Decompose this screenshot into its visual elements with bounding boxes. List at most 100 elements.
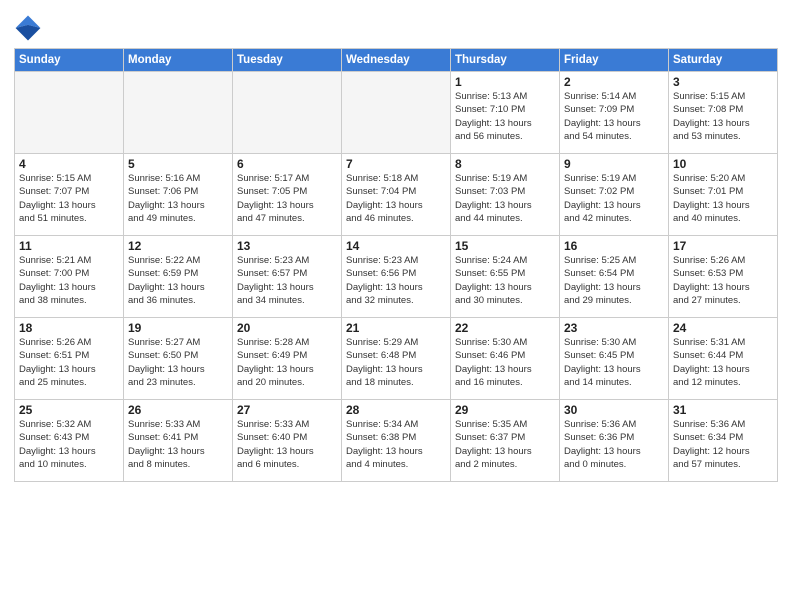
calendar-week-2: 4Sunrise: 5:15 AM Sunset: 7:07 PM Daylig… <box>15 154 778 236</box>
day-number: 27 <box>237 403 337 417</box>
day-number: 6 <box>237 157 337 171</box>
header-row <box>14 10 778 42</box>
day-info: Sunrise: 5:29 AM Sunset: 6:48 PM Dayligh… <box>346 336 446 389</box>
day-info: Sunrise: 5:27 AM Sunset: 6:50 PM Dayligh… <box>128 336 228 389</box>
calendar-cell: 27Sunrise: 5:33 AM Sunset: 6:40 PM Dayli… <box>233 400 342 482</box>
day-number: 21 <box>346 321 446 335</box>
day-number: 13 <box>237 239 337 253</box>
day-number: 22 <box>455 321 555 335</box>
calendar-cell: 17Sunrise: 5:26 AM Sunset: 6:53 PM Dayli… <box>669 236 778 318</box>
day-number: 29 <box>455 403 555 417</box>
logo-icon <box>14 14 42 42</box>
day-number: 2 <box>564 75 664 89</box>
weekday-header-wednesday: Wednesday <box>342 49 451 72</box>
day-info: Sunrise: 5:30 AM Sunset: 6:45 PM Dayligh… <box>564 336 664 389</box>
calendar-cell <box>233 72 342 154</box>
day-info: Sunrise: 5:16 AM Sunset: 7:06 PM Dayligh… <box>128 172 228 225</box>
day-info: Sunrise: 5:30 AM Sunset: 6:46 PM Dayligh… <box>455 336 555 389</box>
day-info: Sunrise: 5:14 AM Sunset: 7:09 PM Dayligh… <box>564 90 664 143</box>
day-number: 14 <box>346 239 446 253</box>
calendar-cell: 2Sunrise: 5:14 AM Sunset: 7:09 PM Daylig… <box>560 72 669 154</box>
day-info: Sunrise: 5:36 AM Sunset: 6:34 PM Dayligh… <box>673 418 773 471</box>
day-info: Sunrise: 5:18 AM Sunset: 7:04 PM Dayligh… <box>346 172 446 225</box>
day-info: Sunrise: 5:19 AM Sunset: 7:02 PM Dayligh… <box>564 172 664 225</box>
calendar-cell: 3Sunrise: 5:15 AM Sunset: 7:08 PM Daylig… <box>669 72 778 154</box>
calendar-table: SundayMondayTuesdayWednesdayThursdayFrid… <box>14 48 778 482</box>
calendar-cell: 11Sunrise: 5:21 AM Sunset: 7:00 PM Dayli… <box>15 236 124 318</box>
day-number: 5 <box>128 157 228 171</box>
calendar-week-1: 1Sunrise: 5:13 AM Sunset: 7:10 PM Daylig… <box>15 72 778 154</box>
calendar-cell: 6Sunrise: 5:17 AM Sunset: 7:05 PM Daylig… <box>233 154 342 236</box>
day-info: Sunrise: 5:33 AM Sunset: 6:40 PM Dayligh… <box>237 418 337 471</box>
calendar-cell: 28Sunrise: 5:34 AM Sunset: 6:38 PM Dayli… <box>342 400 451 482</box>
day-info: Sunrise: 5:28 AM Sunset: 6:49 PM Dayligh… <box>237 336 337 389</box>
day-info: Sunrise: 5:24 AM Sunset: 6:55 PM Dayligh… <box>455 254 555 307</box>
calendar-cell: 9Sunrise: 5:19 AM Sunset: 7:02 PM Daylig… <box>560 154 669 236</box>
day-info: Sunrise: 5:26 AM Sunset: 6:51 PM Dayligh… <box>19 336 119 389</box>
day-number: 11 <box>19 239 119 253</box>
day-info: Sunrise: 5:21 AM Sunset: 7:00 PM Dayligh… <box>19 254 119 307</box>
calendar-cell: 10Sunrise: 5:20 AM Sunset: 7:01 PM Dayli… <box>669 154 778 236</box>
weekday-header-monday: Monday <box>124 49 233 72</box>
calendar-week-4: 18Sunrise: 5:26 AM Sunset: 6:51 PM Dayli… <box>15 318 778 400</box>
calendar-cell: 30Sunrise: 5:36 AM Sunset: 6:36 PM Dayli… <box>560 400 669 482</box>
calendar-cell: 8Sunrise: 5:19 AM Sunset: 7:03 PM Daylig… <box>451 154 560 236</box>
calendar-cell: 29Sunrise: 5:35 AM Sunset: 6:37 PM Dayli… <box>451 400 560 482</box>
day-info: Sunrise: 5:17 AM Sunset: 7:05 PM Dayligh… <box>237 172 337 225</box>
day-number: 4 <box>19 157 119 171</box>
day-info: Sunrise: 5:32 AM Sunset: 6:43 PM Dayligh… <box>19 418 119 471</box>
day-number: 30 <box>564 403 664 417</box>
day-number: 31 <box>673 403 773 417</box>
calendar-cell: 23Sunrise: 5:30 AM Sunset: 6:45 PM Dayli… <box>560 318 669 400</box>
calendar-cell: 25Sunrise: 5:32 AM Sunset: 6:43 PM Dayli… <box>15 400 124 482</box>
day-info: Sunrise: 5:15 AM Sunset: 7:08 PM Dayligh… <box>673 90 773 143</box>
weekday-header-friday: Friday <box>560 49 669 72</box>
day-number: 20 <box>237 321 337 335</box>
day-info: Sunrise: 5:20 AM Sunset: 7:01 PM Dayligh… <box>673 172 773 225</box>
day-number: 3 <box>673 75 773 89</box>
calendar-cell <box>342 72 451 154</box>
day-number: 10 <box>673 157 773 171</box>
day-info: Sunrise: 5:15 AM Sunset: 7:07 PM Dayligh… <box>19 172 119 225</box>
calendar-cell: 19Sunrise: 5:27 AM Sunset: 6:50 PM Dayli… <box>124 318 233 400</box>
day-info: Sunrise: 5:23 AM Sunset: 6:56 PM Dayligh… <box>346 254 446 307</box>
calendar-cell: 20Sunrise: 5:28 AM Sunset: 6:49 PM Dayli… <box>233 318 342 400</box>
day-info: Sunrise: 5:35 AM Sunset: 6:37 PM Dayligh… <box>455 418 555 471</box>
day-number: 28 <box>346 403 446 417</box>
calendar-cell <box>15 72 124 154</box>
calendar-cell: 13Sunrise: 5:23 AM Sunset: 6:57 PM Dayli… <box>233 236 342 318</box>
day-number: 23 <box>564 321 664 335</box>
calendar-cell: 31Sunrise: 5:36 AM Sunset: 6:34 PM Dayli… <box>669 400 778 482</box>
calendar-cell: 12Sunrise: 5:22 AM Sunset: 6:59 PM Dayli… <box>124 236 233 318</box>
day-info: Sunrise: 5:34 AM Sunset: 6:38 PM Dayligh… <box>346 418 446 471</box>
calendar-cell: 15Sunrise: 5:24 AM Sunset: 6:55 PM Dayli… <box>451 236 560 318</box>
day-number: 19 <box>128 321 228 335</box>
day-number: 9 <box>564 157 664 171</box>
calendar-cell: 5Sunrise: 5:16 AM Sunset: 7:06 PM Daylig… <box>124 154 233 236</box>
day-number: 24 <box>673 321 773 335</box>
logo <box>14 14 44 42</box>
calendar-cell: 16Sunrise: 5:25 AM Sunset: 6:54 PM Dayli… <box>560 236 669 318</box>
calendar-cell: 18Sunrise: 5:26 AM Sunset: 6:51 PM Dayli… <box>15 318 124 400</box>
calendar-cell: 1Sunrise: 5:13 AM Sunset: 7:10 PM Daylig… <box>451 72 560 154</box>
day-number: 12 <box>128 239 228 253</box>
day-info: Sunrise: 5:36 AM Sunset: 6:36 PM Dayligh… <box>564 418 664 471</box>
calendar-cell <box>124 72 233 154</box>
day-info: Sunrise: 5:31 AM Sunset: 6:44 PM Dayligh… <box>673 336 773 389</box>
day-info: Sunrise: 5:19 AM Sunset: 7:03 PM Dayligh… <box>455 172 555 225</box>
calendar-week-3: 11Sunrise: 5:21 AM Sunset: 7:00 PM Dayli… <box>15 236 778 318</box>
day-info: Sunrise: 5:23 AM Sunset: 6:57 PM Dayligh… <box>237 254 337 307</box>
day-number: 17 <box>673 239 773 253</box>
calendar-cell: 22Sunrise: 5:30 AM Sunset: 6:46 PM Dayli… <box>451 318 560 400</box>
calendar-cell: 24Sunrise: 5:31 AM Sunset: 6:44 PM Dayli… <box>669 318 778 400</box>
weekday-header-saturday: Saturday <box>669 49 778 72</box>
calendar-week-5: 25Sunrise: 5:32 AM Sunset: 6:43 PM Dayli… <box>15 400 778 482</box>
day-info: Sunrise: 5:25 AM Sunset: 6:54 PM Dayligh… <box>564 254 664 307</box>
calendar-cell: 4Sunrise: 5:15 AM Sunset: 7:07 PM Daylig… <box>15 154 124 236</box>
day-info: Sunrise: 5:13 AM Sunset: 7:10 PM Dayligh… <box>455 90 555 143</box>
day-number: 25 <box>19 403 119 417</box>
day-info: Sunrise: 5:26 AM Sunset: 6:53 PM Dayligh… <box>673 254 773 307</box>
day-number: 8 <box>455 157 555 171</box>
weekday-header-sunday: Sunday <box>15 49 124 72</box>
weekday-header-row: SundayMondayTuesdayWednesdayThursdayFrid… <box>15 49 778 72</box>
